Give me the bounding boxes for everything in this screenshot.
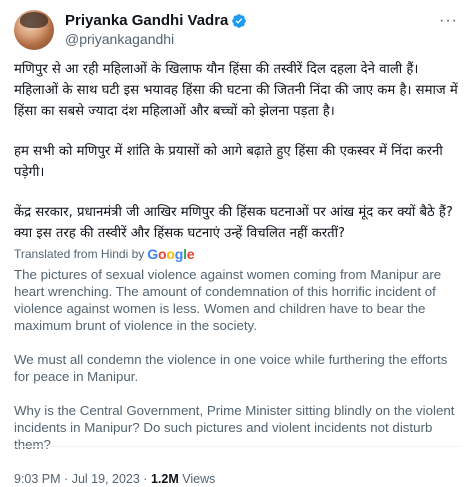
author-handle[interactable]: @priyankagandhi <box>65 30 247 48</box>
tweet-text-hindi: मणिपुर से आ रही महिलाओं के खिलाफ यौन हिं… <box>14 59 460 244</box>
translation-attribution: Translated from Hindi by Google <box>14 246 460 263</box>
meta-separator: · <box>143 472 148 486</box>
more-options-icon[interactable]: ··· <box>439 13 458 29</box>
tweet-meta: 9:03 PM · Jul 19, 2023 · 1.2M Views <box>14 471 460 487</box>
google-logo-letter: G <box>147 246 158 262</box>
hindi-paragraph: हम सभी को मणिपुर में शांति के प्रयासों क… <box>14 144 443 180</box>
author-name-row: Priyanka Gandhi Vadra <box>65 12 247 30</box>
avatar[interactable] <box>14 10 54 50</box>
tweet-header: Priyanka Gandhi Vadra @priyankagandhi <box>14 10 460 50</box>
hindi-paragraph: केंद्र सरकार, प्रधानमंत्री जी आखिर मणिपु… <box>14 205 453 241</box>
author-name[interactable]: Priyanka Gandhi Vadra <box>65 12 228 30</box>
english-paragraph: We must all condemn the violence in one … <box>14 352 448 384</box>
translated-label: Translated from Hindi by <box>14 247 145 261</box>
divider <box>14 446 460 447</box>
views-count: 1.2M <box>150 472 179 486</box>
english-paragraph: The pictures of sexual violence against … <box>14 267 442 333</box>
views-label: Views <box>182 472 216 486</box>
google-logo-letter: g <box>174 246 184 262</box>
author-block: Priyanka Gandhi Vadra @priyankagandhi <box>65 12 247 48</box>
tweet-text-english: The pictures of sexual violence against … <box>14 266 460 453</box>
google-logo-letter: o <box>166 246 175 262</box>
hindi-paragraph: मणिपुर से आ रही महिलाओं के खिलाफ यौन हिं… <box>14 62 458 119</box>
verified-badge-icon <box>232 14 247 28</box>
tweet-card: Priyanka Gandhi Vadra @priyankagandhi ··… <box>0 0 474 486</box>
google-logo: Google <box>147 246 194 263</box>
meta-separator: · <box>64 472 69 486</box>
google-logo-letter: e <box>186 246 195 262</box>
tweet-date[interactable]: Jul 19, 2023 <box>72 472 140 486</box>
tweet-time[interactable]: 9:03 PM <box>14 472 61 486</box>
